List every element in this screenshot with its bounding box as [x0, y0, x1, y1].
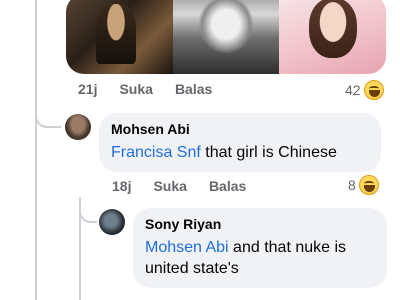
- reaction-summary[interactable]: 42: [345, 80, 384, 100]
- post-meta-row: 21j Suka Balas: [78, 81, 234, 97]
- reaction-summary[interactable]: 8: [348, 175, 379, 195]
- thread-connector: [35, 108, 61, 128]
- reaction-count: 42: [345, 82, 361, 98]
- like-button[interactable]: Suka: [153, 178, 186, 194]
- haha-emoji-icon: [358, 175, 379, 195]
- avatar[interactable]: [65, 114, 91, 140]
- reply-button[interactable]: Balas: [175, 81, 212, 97]
- avatar[interactable]: [99, 209, 125, 235]
- comment-image-strip[interactable]: [66, 0, 386, 74]
- reply-thread-connector: [79, 205, 97, 223]
- thread-line: [35, 0, 37, 300]
- timestamp: 21j: [78, 81, 98, 97]
- comment-author[interactable]: Mohsen Abi: [111, 121, 369, 138]
- comment-text: Francisa Snf that girl is Chinese: [111, 142, 369, 163]
- like-button[interactable]: Suka: [119, 81, 152, 97]
- mention-link[interactable]: Mohsen Abi: [145, 239, 229, 256]
- image-mushroom-cloud[interactable]: [172, 0, 280, 74]
- comment-author[interactable]: Sony Riyan: [145, 216, 375, 233]
- comment-bubble: Mohsen Abi Francisa Snf that girl is Chi…: [99, 113, 381, 172]
- image-samurai[interactable]: [66, 0, 173, 74]
- reaction-count: 8: [348, 177, 356, 193]
- comment-bubble: Sony Riyan Mohsen Abi and that nuke is u…: [133, 208, 387, 288]
- timestamp: 18j: [112, 178, 132, 194]
- reply-button[interactable]: Balas: [209, 178, 246, 194]
- haha-emoji-icon: [363, 80, 384, 100]
- image-girl[interactable]: [279, 0, 386, 74]
- mention-link[interactable]: Francisa Snf: [111, 144, 201, 161]
- comment-text: Mohsen Abi and that nuke is united state…: [145, 237, 375, 279]
- comment-meta-row: 18j Suka Balas: [112, 178, 268, 194]
- comment-body: that girl is Chinese: [200, 144, 337, 161]
